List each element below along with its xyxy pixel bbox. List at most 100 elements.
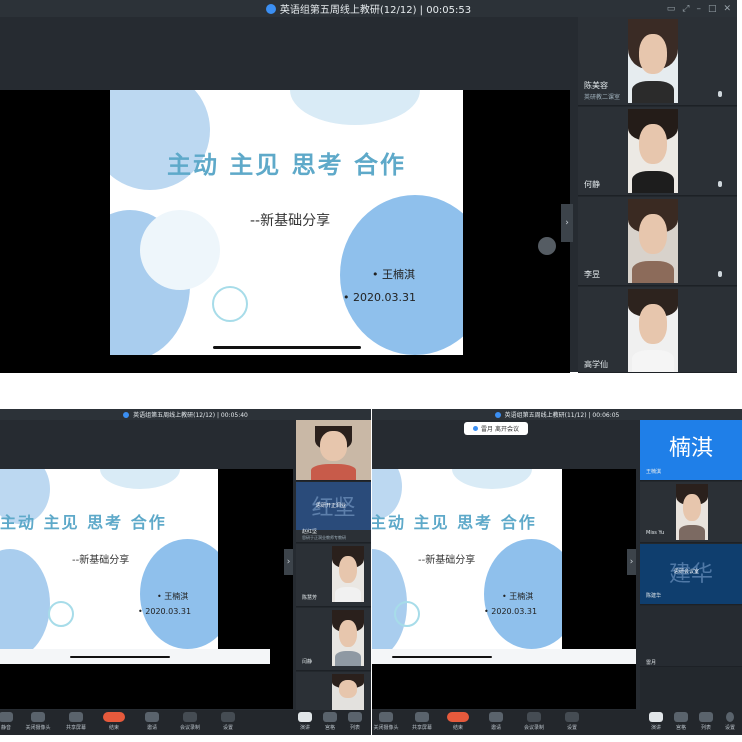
toolbar-label: 宫格 xyxy=(324,725,335,731)
info-icon xyxy=(473,426,479,431)
slide-title: 主动 主见 思考 合作 xyxy=(166,151,407,179)
participant-video xyxy=(628,289,678,372)
next-page-button[interactable]: › xyxy=(627,549,636,575)
picture-in-picture-icon[interactable]: ▭ xyxy=(667,4,676,14)
meeting-title: 英语组第五周线上教研(12/12) | 00:05:53 xyxy=(279,5,472,16)
avatar-text: 楠淇 xyxy=(668,436,713,461)
participant-panel: 楠淇 王楠淇 Miss Yu 建华 思研会议室 陈建华 雷月 xyxy=(640,420,742,710)
view-grid-button[interactable]: 宫格 xyxy=(669,712,693,731)
settings-icon xyxy=(221,712,235,722)
slide-lower-strip xyxy=(372,649,636,664)
microphone-icon xyxy=(718,91,722,97)
participant-name: 雷月 xyxy=(646,660,657,666)
fullscreen-icon[interactable]: ⤢ xyxy=(682,4,689,14)
speaker-view-icon xyxy=(649,712,663,722)
leave-notice: 雷月 离开会议 xyxy=(464,422,528,435)
participant-name: 赵红坚 xyxy=(302,529,318,535)
view-grid-button[interactable]: 宫格 xyxy=(318,712,342,731)
participant-tile[interactable]: 红坚 思研开正洞业 赵红坚 思研于正洞业教师专教研 xyxy=(296,482,371,543)
participant-tile[interactable]: 雷月 xyxy=(640,606,742,667)
invite-button[interactable]: 邀请 xyxy=(476,712,516,731)
slide-date: • 2020.03.31 xyxy=(138,607,192,616)
camera-button[interactable]: 关闭摄像头 xyxy=(18,712,58,731)
settings-button[interactable]: 设置 xyxy=(552,712,592,731)
microphone-icon xyxy=(718,181,722,187)
hang-up-icon xyxy=(447,712,469,722)
main-stage: 主动 主见 思考 合作 --新基础分享 • 王楠淇 • 2020.03.31 › xyxy=(0,17,575,373)
hang-up-icon xyxy=(103,712,125,722)
participant-name: Miss Yu xyxy=(646,530,665,536)
slide-presenter: • 王楠淇 xyxy=(157,592,189,601)
meeting-toolbar: 静音 关闭摄像头 共享屏幕 结束 邀请 会议录制 设置 演讲 宫格 列表 xyxy=(0,710,371,735)
toolbar-label: 会议录制 xyxy=(179,725,200,731)
microphone-icon xyxy=(718,271,722,277)
end-call-button[interactable]: 结束 xyxy=(94,712,134,731)
shared-slide: 主动 主见 思考 合作 --新基础分享 • 王楠淇 • 2020.03.31 xyxy=(0,469,218,649)
grid-view-icon xyxy=(323,712,337,722)
view-list-button[interactable]: 列表 xyxy=(694,712,718,731)
record-button[interactable]: 会议录制 xyxy=(170,712,210,731)
participant-name: 高学仙 xyxy=(584,360,608,369)
window-controls: ▭ ⤢ – □ ✕ xyxy=(667,0,731,17)
participant-tile[interactable]: 陈美容 英研教二课室 xyxy=(578,17,737,106)
toolbar-label: 邀请 xyxy=(490,725,501,731)
speaker-view-icon xyxy=(298,712,312,722)
participant-tile[interactable]: 何静 xyxy=(578,107,737,196)
minimize-icon[interactable]: – xyxy=(696,4,701,14)
participant-video xyxy=(296,420,371,480)
record-icon xyxy=(527,712,541,722)
toolbar-label: 共享屏幕 xyxy=(65,725,86,731)
slide-presenter: • 王楠淇 xyxy=(502,592,534,601)
participant-name: 何静 xyxy=(584,180,600,189)
participant-tile[interactable] xyxy=(296,672,371,711)
slide-progress-bar xyxy=(213,346,361,349)
participant-name: 陈慧芳 xyxy=(302,595,318,601)
participant-tile[interactable]: 楠淇 王楠淇 xyxy=(640,420,742,481)
slide-date: • 2020.03.31 xyxy=(343,291,416,304)
participant-tile[interactable]: 闫静 xyxy=(296,608,371,671)
participant-name: 李昱 xyxy=(584,270,600,279)
participant-video xyxy=(332,546,364,602)
share-screen-button[interactable]: 共享屏幕 xyxy=(402,712,442,731)
participant-tile[interactable]: 高学仙 xyxy=(578,287,737,373)
invite-button[interactable]: 邀请 xyxy=(132,712,172,731)
participant-tile[interactable] xyxy=(296,420,371,481)
participant-tile[interactable]: 陈慧芳 xyxy=(296,544,371,607)
share-screen-button[interactable]: 共享屏幕 xyxy=(56,712,96,731)
view-speaker-button[interactable]: 演讲 xyxy=(644,712,668,731)
toolbar-label: 会议录制 xyxy=(523,725,544,731)
participant-panel: 红坚 思研开正洞业 赵红坚 思研于正洞业教师专教研 陈慧芳 闫静 xyxy=(296,420,371,711)
record-button[interactable]: 会议录制 xyxy=(514,712,554,731)
shield-icon xyxy=(123,411,130,418)
shared-slide: 主动 主见 思考 合作 --新基础分享 • 王楠淇 • 2020.03.31 xyxy=(372,469,562,649)
participant-tile[interactable]: 李昱 xyxy=(578,197,737,286)
slide-subtitle: --新基础分享 xyxy=(72,555,130,566)
floating-dot[interactable] xyxy=(538,237,556,255)
meeting-title: 英语组第五周线上教研(11/12) | 00:06:05 xyxy=(504,412,620,419)
grid-view-icon xyxy=(674,712,688,722)
maximize-icon[interactable]: □ xyxy=(708,4,717,14)
list-view-icon xyxy=(348,712,362,722)
participant-name: 闫静 xyxy=(302,659,313,665)
shared-slide: 主动 主见 思考 合作 --新基础分享 • 王楠淇 • 2020.03.31 xyxy=(110,90,463,355)
participant-tile[interactable]: 建华 思研会议室 陈建华 xyxy=(640,544,742,605)
participant-video xyxy=(332,610,364,666)
view-settings-button[interactable]: 设置 xyxy=(718,712,742,731)
next-page-button[interactable]: › xyxy=(284,549,293,575)
view-list-button[interactable]: 列表 xyxy=(343,712,367,731)
camera-button[interactable]: 关闭摄像头 xyxy=(366,712,406,731)
toolbar-label: 演讲 xyxy=(299,725,310,731)
participant-tile[interactable]: Miss Yu xyxy=(640,482,742,543)
share-screen-icon xyxy=(69,712,83,722)
next-page-button[interactable]: › xyxy=(561,204,573,242)
participant-subtitle: 英研教二课室 xyxy=(584,94,621,101)
view-speaker-button[interactable]: 演讲 xyxy=(293,712,317,731)
end-call-button[interactable]: 结束 xyxy=(438,712,478,731)
close-icon[interactable]: ✕ xyxy=(723,4,731,14)
toolbar-label: 列表 xyxy=(349,725,360,731)
participant-panel: 陈美容 英研教二课室 何静 李昱 高学仙 xyxy=(578,17,737,373)
microphone-icon xyxy=(0,712,13,722)
settings-button[interactable]: 设置 xyxy=(208,712,248,731)
toolbar-label: 结束 xyxy=(452,725,463,731)
participant-video xyxy=(332,674,364,710)
